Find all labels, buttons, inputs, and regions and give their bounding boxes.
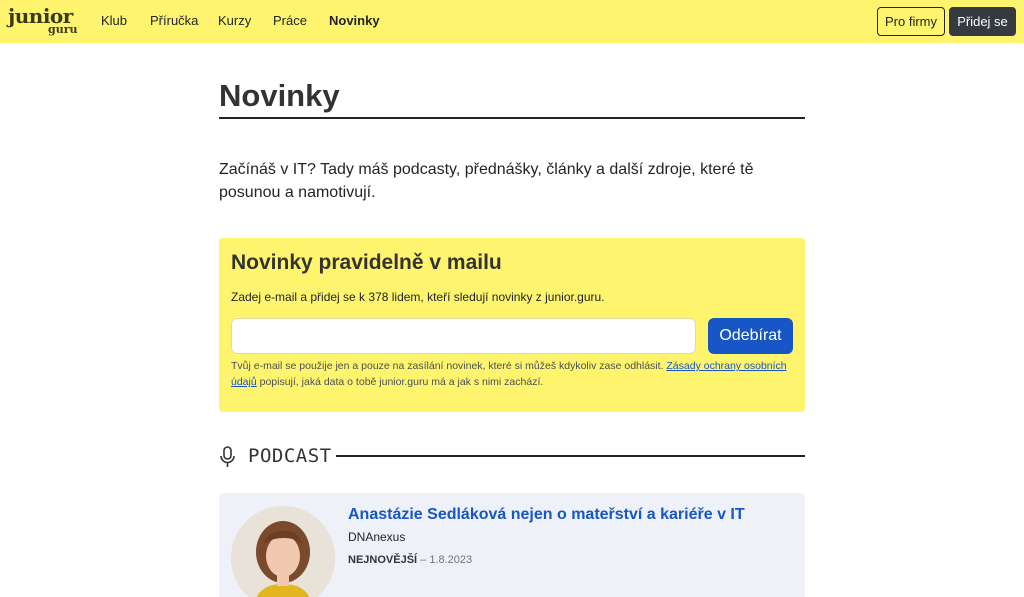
section-label-podcast: PODCAST: [248, 445, 332, 467]
nav-item-klub[interactable]: Klub: [101, 13, 127, 28]
newsletter-description: Zadej e-mail a přidej se k 378 lidem, kt…: [231, 290, 605, 304]
newsletter-box: Novinky pravidelně v mailu Zadej e-mail …: [219, 238, 805, 412]
page-title: Novinky: [219, 78, 340, 113]
episode-meta: NEJNOVĚJŠÍ – 1.8.2023: [348, 554, 472, 566]
nav-item-kurzy[interactable]: Kurzy: [218, 13, 251, 28]
newsletter-privacy-note: Tvůj e-mail se použije jen a pouze na za…: [231, 358, 797, 390]
subscribe-button[interactable]: Odebírat: [708, 318, 793, 354]
meta-separator: –: [417, 554, 430, 566]
junior-guru-logo[interactable]: junior guru: [8, 4, 80, 38]
nav-item-novinky[interactable]: Novinky: [329, 13, 380, 28]
pro-firmy-button[interactable]: Pro firmy: [877, 7, 945, 36]
microphone-icon: [220, 446, 235, 467]
podcast-episode-card: Anastázie Sedláková nejen o mateřství a …: [219, 493, 805, 597]
newsletter-title: Novinky pravidelně v mailu: [231, 251, 502, 274]
newest-badge: NEJNOVĚJŠÍ: [348, 554, 418, 566]
nav-item-prirucka[interactable]: Příručka: [150, 13, 198, 28]
section-divider: [336, 455, 805, 457]
title-divider: [219, 117, 805, 119]
episode-title-link[interactable]: Anastázie Sedláková nejen o mateřství a …: [348, 506, 745, 524]
guest-avatar: [231, 506, 335, 597]
nav-item-prace[interactable]: Práce: [273, 13, 307, 28]
episode-company: DNAnexus: [348, 530, 406, 544]
logo-text-guru: guru: [48, 23, 78, 36]
episode-date: 1.8.2023: [429, 554, 473, 566]
email-field[interactable]: [231, 318, 696, 354]
guest-portrait-image: [231, 506, 335, 597]
podcast-section-header: PODCAST: [219, 442, 805, 472]
top-navbar: junior guru Klub Příručka Kurzy Práce No…: [0, 0, 1024, 43]
privacy-note-text-end: popisují, jaká data o tobě junior.guru m…: [256, 376, 544, 388]
privacy-note-text: Tvůj e-mail se použije jen a pouze na za…: [231, 360, 667, 372]
page-lead: Začínáš v IT? Tady máš podcasty, přednáš…: [219, 161, 754, 201]
pridej-se-button[interactable]: Přidej se: [949, 7, 1016, 36]
